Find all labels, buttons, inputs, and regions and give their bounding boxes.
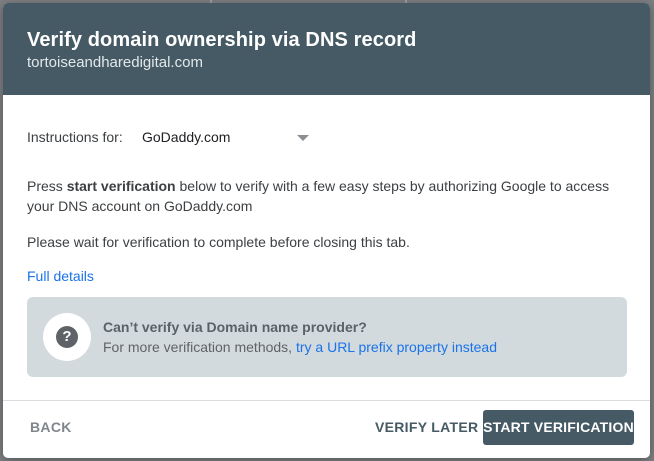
alternate-method-title: Can’t verify via Domain name provider? bbox=[103, 319, 367, 335]
verify-later-button[interactable]: VERIFY LATER bbox=[369, 417, 484, 437]
verification-instructions: Press start verification below to verify… bbox=[27, 176, 627, 216]
alternate-method-text: For more verification methods, try a URL… bbox=[103, 339, 497, 355]
footer-divider bbox=[3, 400, 650, 401]
instructions-text-prefix: Press bbox=[27, 178, 67, 194]
instructions-label: Instructions for: bbox=[27, 129, 123, 145]
alternate-method-box: ? Can’t verify via Domain name provider?… bbox=[27, 297, 627, 377]
verify-dns-dialog: Verify domain ownership via DNS record t… bbox=[3, 3, 650, 458]
provider-select-value: GoDaddy.com bbox=[142, 129, 231, 145]
start-verification-button[interactable]: START VERIFICATION bbox=[483, 410, 634, 445]
full-details-link[interactable]: Full details bbox=[27, 268, 94, 284]
dialog-title: Verify domain ownership via DNS record bbox=[27, 29, 417, 51]
back-button[interactable]: BACK bbox=[24, 417, 78, 437]
domain-name: tortoiseandharedigital.com bbox=[27, 54, 203, 71]
dialog-header: Verify domain ownership via DNS record t… bbox=[3, 3, 650, 95]
help-icon-container: ? bbox=[43, 313, 91, 361]
url-prefix-link[interactable]: try a URL prefix property instead bbox=[296, 339, 497, 355]
alternate-method-prefix: For more verification methods, bbox=[103, 339, 296, 355]
help-icon: ? bbox=[56, 326, 78, 348]
dropdown-arrow-icon bbox=[297, 135, 309, 141]
provider-select[interactable]: GoDaddy.com bbox=[142, 124, 314, 152]
wait-notice: Please wait for verification to complete… bbox=[27, 234, 410, 250]
instructions-text-bold: start verification bbox=[66, 178, 176, 194]
